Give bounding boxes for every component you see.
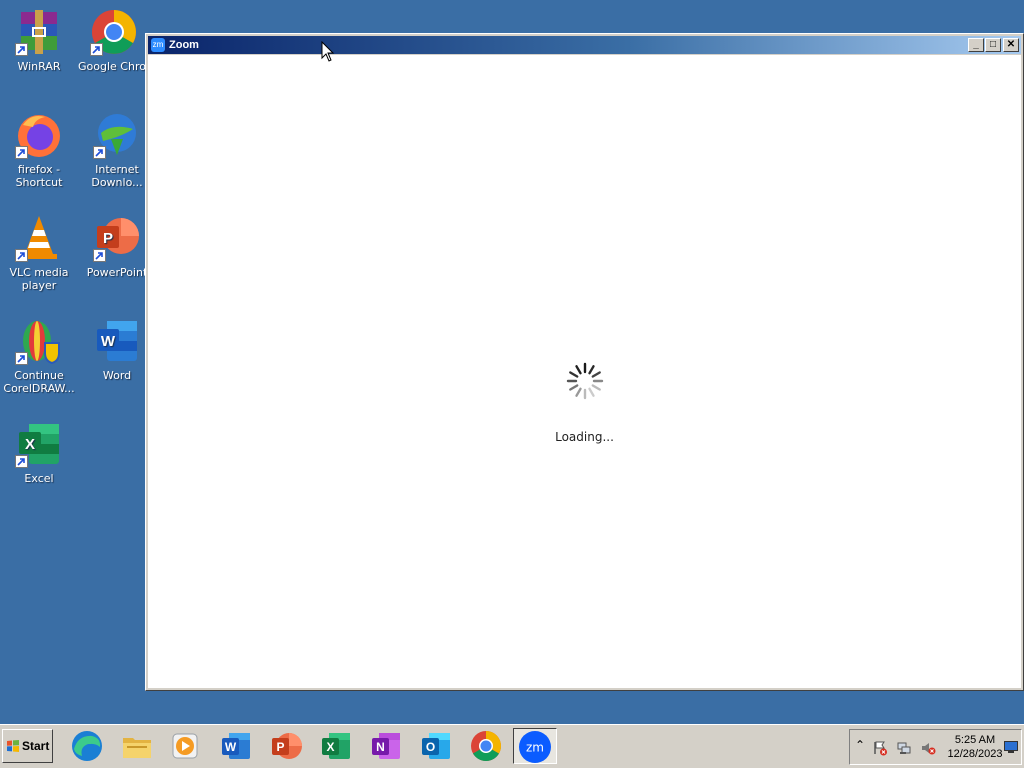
outlook-icon: O — [422, 733, 450, 759]
onenote-icon: N — [372, 733, 400, 759]
edge-icon — [72, 731, 102, 761]
loading-text: Loading... — [555, 430, 614, 444]
desktop-icon-vlc[interactable]: VLC media player — [0, 214, 78, 292]
shortcut-arrow-icon — [93, 249, 106, 262]
taskbar-outlook[interactable]: O — [414, 728, 458, 764]
winrar-icon — [15, 8, 63, 56]
word-icon: W — [93, 317, 141, 365]
powerpoint-icon: P — [272, 733, 302, 759]
desktop-icon-label: WinRAR — [17, 60, 61, 73]
desktop-icon-label: Continue CorelDRAW... — [3, 369, 75, 395]
media-player-icon — [172, 733, 198, 759]
coreldraw-icon — [15, 317, 63, 365]
desktop-icon-excel[interactable]: X Excel — [0, 420, 78, 485]
shortcut-arrow-icon — [93, 146, 106, 159]
action-center-flag-icon[interactable] — [872, 740, 888, 756]
show-hidden-icons-chevron[interactable]: ⌃ — [852, 738, 868, 754]
desktop-icon-coreldraw[interactable]: Continue CorelDRAW... — [0, 317, 78, 395]
svg-text:X: X — [326, 740, 334, 754]
start-button[interactable]: Start — [2, 729, 53, 763]
shortcut-arrow-icon — [15, 43, 28, 56]
taskbar-word[interactable]: W — [214, 728, 258, 764]
windows-flag-icon — [7, 740, 19, 752]
close-button[interactable]: ✕ — [1003, 38, 1019, 52]
mouse-cursor-icon — [321, 41, 335, 62]
svg-text:X: X — [25, 436, 35, 453]
clock-date: 12/28/2023 — [947, 748, 1003, 760]
desktop-icon-firefox[interactable]: firefox - Shortcut — [0, 111, 78, 189]
taskbar-chrome[interactable] — [464, 728, 508, 764]
desktop-icon-label: firefox - Shortcut — [15, 163, 63, 189]
svg-text:O: O — [426, 740, 435, 754]
file-explorer-icon — [123, 738, 151, 758]
shortcut-arrow-icon — [90, 43, 103, 56]
chrome-icon — [90, 8, 138, 56]
vlc-cone-icon — [15, 214, 63, 262]
window-titlebar[interactable]: zm Zoom _ □ ✕ — [148, 36, 1021, 54]
shortcut-arrow-icon — [15, 455, 28, 468]
svg-text:P: P — [103, 230, 113, 247]
excel-icon: X — [322, 733, 350, 759]
taskbar-powerpoint[interactable]: P — [264, 728, 308, 764]
taskbar: Start W P X N O zm ⌃ 5:25 AM 12/28/2023 — [0, 724, 1024, 768]
svg-text:N: N — [376, 740, 385, 754]
desktop-icon-label: Excel — [24, 472, 54, 485]
network-icon[interactable] — [896, 740, 912, 756]
window-title: Zoom — [169, 39, 199, 51]
minimize-button[interactable]: _ — [968, 38, 984, 52]
taskbar-media-player[interactable] — [163, 728, 207, 764]
firefox-icon — [15, 111, 63, 159]
taskbar-file-explorer[interactable] — [115, 728, 159, 764]
desktop-icon-winrar[interactable]: WinRAR — [0, 8, 78, 73]
shortcut-arrow-icon — [15, 352, 28, 365]
start-label: Start — [22, 739, 50, 753]
powerpoint-icon: P — [93, 214, 141, 262]
internet-download-manager-icon — [93, 111, 141, 159]
zoom-icon: zm — [519, 731, 551, 763]
loading-spinner-icon — [566, 362, 604, 400]
clock-time: 5:25 AM — [954, 734, 996, 746]
window-content: Loading... — [148, 55, 1021, 688]
svg-text:P: P — [276, 740, 284, 754]
word-icon: W — [222, 733, 250, 759]
taskbar-zoom[interactable]: zm — [513, 728, 557, 764]
taskbar-onenote[interactable]: N — [364, 728, 408, 764]
svg-text:W: W — [101, 333, 116, 350]
taskbar-edge[interactable] — [65, 728, 109, 764]
svg-text:W: W — [225, 740, 237, 754]
taskbar-clock[interactable]: 5:25 AM 12/28/2023 — [944, 733, 1006, 761]
system-tray: ⌃ 5:25 AM 12/28/2023 — [849, 729, 1022, 765]
maximize-button[interactable]: □ — [985, 38, 1001, 52]
zoom-taskbar-label: zm — [526, 741, 544, 755]
chrome-icon — [471, 731, 502, 762]
zoom-window: zm Zoom _ □ ✕ Loading... — [145, 33, 1024, 691]
excel-icon: X — [15, 420, 63, 468]
desktop-icon-label: Google Chrome — [78, 60, 150, 73]
desktop-icon-chrome[interactable]: Google Chrome — [78, 8, 150, 73]
shortcut-arrow-icon — [15, 146, 28, 159]
taskbar-excel[interactable]: X — [314, 728, 358, 764]
show-desktop-icon[interactable] — [1004, 741, 1018, 753]
desktop-icon-label: VLC media player — [9, 266, 69, 292]
volume-muted-icon[interactable] — [920, 740, 936, 756]
shortcut-arrow-icon — [15, 249, 28, 262]
zoom-logo-icon: zm — [151, 38, 165, 52]
